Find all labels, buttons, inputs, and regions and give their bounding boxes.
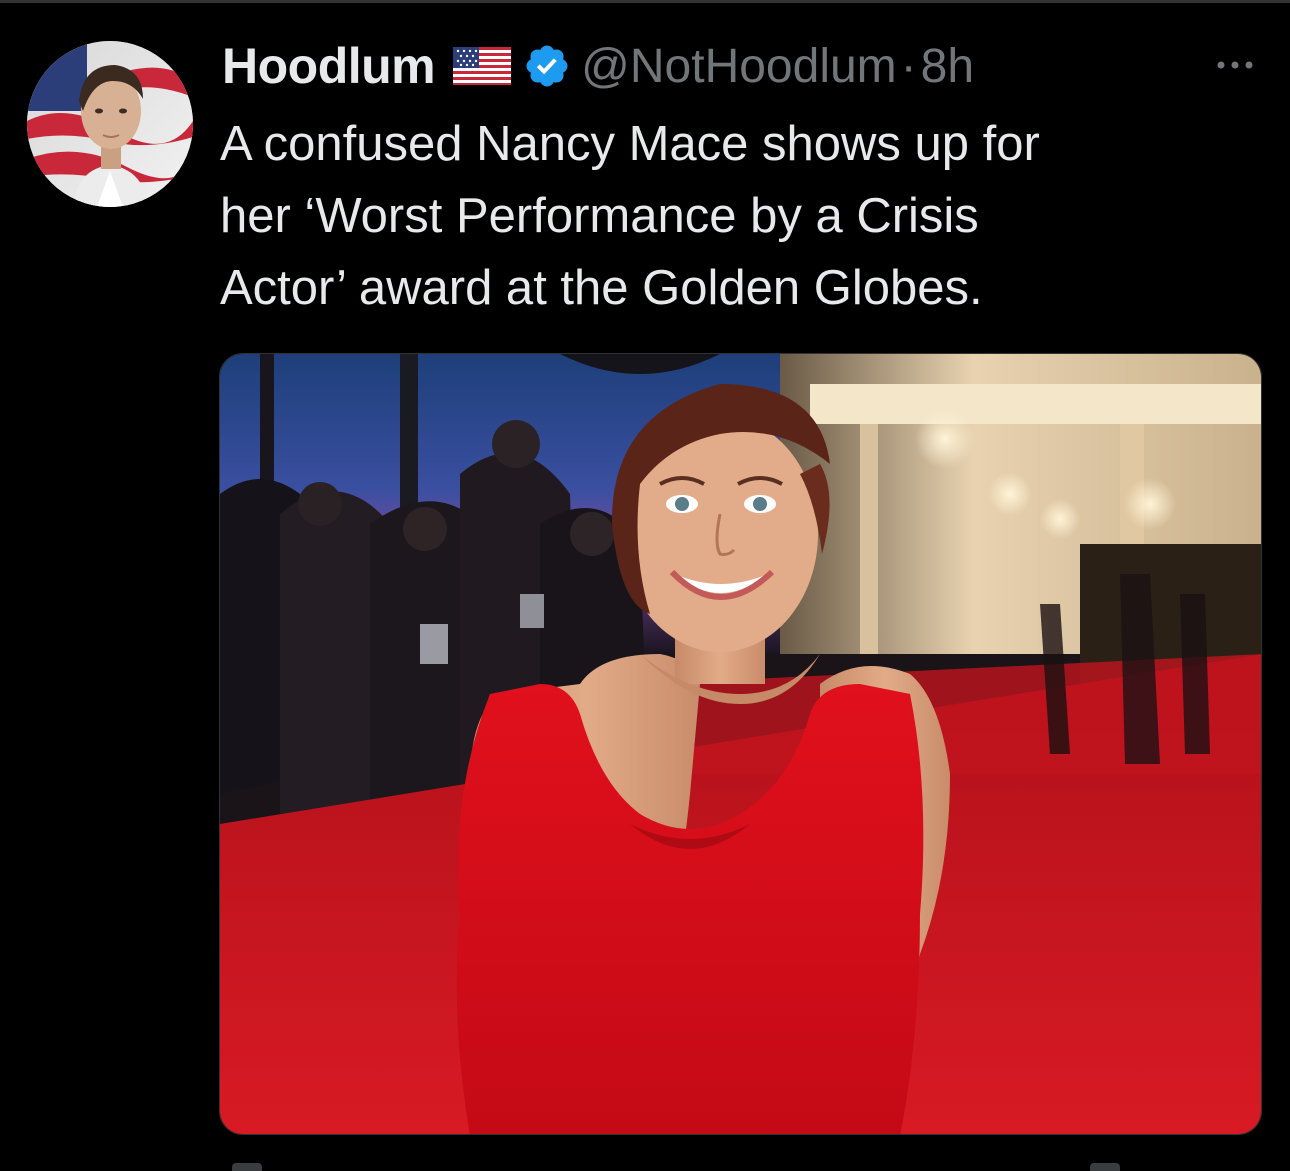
tweet-media-photo[interactable] bbox=[219, 353, 1262, 1135]
tweet-text-line: her ‘Worst Performance by a Crisis bbox=[220, 189, 979, 243]
author-handle[interactable]: @NotHoodlum bbox=[581, 39, 897, 94]
action-bar-hint bbox=[232, 1163, 262, 1171]
avatar[interactable] bbox=[27, 41, 193, 207]
tweet-text: A confused Nancy Mace shows up for her ‘… bbox=[220, 108, 1260, 324]
action-bar-hint bbox=[1090, 1163, 1120, 1171]
verified-badge-icon[interactable] bbox=[523, 42, 571, 90]
tweet[interactable]: Hoodlum @NotHoodlum · 8h A confused Nanc… bbox=[0, 0, 1290, 1171]
timestamp[interactable]: 8h bbox=[921, 39, 974, 94]
tweet-text-line: A confused Nancy Mace shows up for bbox=[220, 117, 1040, 171]
red-carpet-photo bbox=[220, 354, 1261, 1134]
more-options-button[interactable] bbox=[1210, 50, 1260, 80]
tweet-text-line: Actor’ award at the Golden Globes. bbox=[220, 261, 983, 315]
separator-dot: · bbox=[900, 39, 917, 93]
us-flag-icon bbox=[453, 47, 512, 85]
tweet-header: Hoodlum @NotHoodlum · 8h bbox=[222, 36, 974, 96]
avatar-image bbox=[27, 41, 193, 207]
more-icon bbox=[1217, 61, 1253, 69]
display-name[interactable]: Hoodlum bbox=[222, 37, 436, 95]
